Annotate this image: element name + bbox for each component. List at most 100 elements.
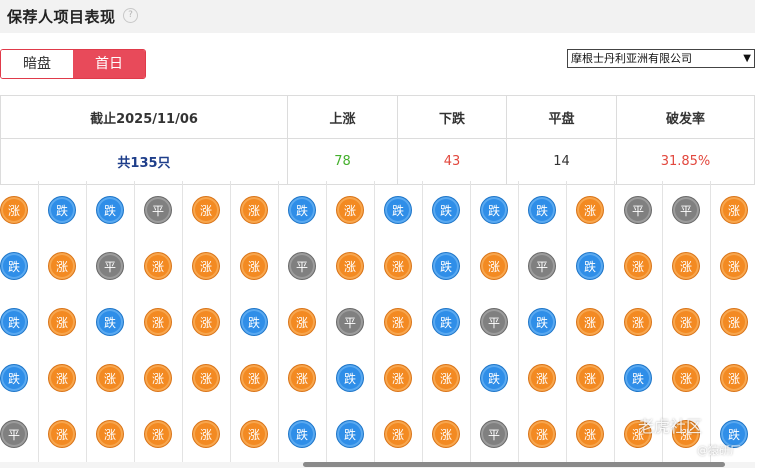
up-badge[interactable]: 涨	[480, 252, 508, 280]
grid-column-divider	[230, 181, 231, 462]
up-badge[interactable]: 涨	[288, 308, 316, 336]
tab-dark-market[interactable]: 暗盘	[1, 50, 73, 78]
up-badge[interactable]: 涨	[192, 364, 220, 392]
up-badge[interactable]: 涨	[384, 252, 412, 280]
up-badge[interactable]: 涨	[48, 364, 76, 392]
watermark-brand: 老虎社区	[638, 417, 703, 436]
up-badge[interactable]: 涨	[144, 308, 172, 336]
flat-badge[interactable]: 平	[96, 252, 124, 280]
up-badge[interactable]: 涨	[96, 420, 124, 448]
up-badge[interactable]: 涨	[720, 252, 748, 280]
up-badge[interactable]: 涨	[48, 308, 76, 336]
up-badge[interactable]: 涨	[672, 252, 700, 280]
grid-column-divider	[326, 181, 327, 462]
down-badge[interactable]: 跌	[288, 196, 316, 224]
up-badge[interactable]: 涨	[528, 364, 556, 392]
down-badge[interactable]: 跌	[432, 196, 460, 224]
up-badge[interactable]: 涨	[192, 252, 220, 280]
down-count: 43	[397, 138, 507, 185]
page-title: 保荐人项目表现	[7, 8, 116, 26]
watermark-handle: @猿研厂	[697, 444, 741, 457]
down-badge[interactable]: 跌	[96, 308, 124, 336]
flat-badge[interactable]: 平	[480, 308, 508, 336]
flat-badge[interactable]: 平	[480, 420, 508, 448]
up-badge[interactable]: 涨	[240, 252, 268, 280]
up-badge[interactable]: 涨	[432, 420, 460, 448]
flat-badge[interactable]: 平	[672, 196, 700, 224]
up-badge[interactable]: 涨	[96, 364, 124, 392]
up-badge[interactable]: 涨	[0, 196, 28, 224]
up-badge[interactable]: 涨	[384, 420, 412, 448]
grid-column-divider	[134, 181, 135, 462]
down-badge[interactable]: 跌	[48, 196, 76, 224]
up-badge[interactable]: 涨	[432, 364, 460, 392]
up-badge[interactable]: 涨	[48, 252, 76, 280]
up-badge[interactable]: 涨	[672, 308, 700, 336]
up-badge[interactable]: 涨	[384, 308, 412, 336]
grid-column-divider	[38, 181, 39, 462]
tab-first-day[interactable]: 首日	[73, 50, 145, 78]
up-badge[interactable]: 涨	[240, 196, 268, 224]
sponsor-select-value: 摩根士丹利亚洲有限公司	[571, 52, 692, 65]
up-badge[interactable]: 涨	[576, 308, 604, 336]
down-badge[interactable]: 跌	[528, 196, 556, 224]
down-badge[interactable]: 跌	[336, 364, 364, 392]
up-badge[interactable]: 涨	[672, 364, 700, 392]
up-badge[interactable]: 涨	[720, 308, 748, 336]
up-badge[interactable]: 涨	[576, 420, 604, 448]
market-toggle: 暗盘 首日	[0, 49, 146, 79]
up-badge[interactable]: 涨	[336, 252, 364, 280]
up-badge[interactable]: 涨	[192, 196, 220, 224]
down-badge[interactable]: 跌	[240, 308, 268, 336]
up-badge[interactable]: 涨	[144, 252, 172, 280]
up-badge[interactable]: 涨	[624, 252, 652, 280]
up-badge[interactable]: 涨	[288, 364, 316, 392]
down-badge[interactable]: 跌	[0, 308, 28, 336]
down-badge[interactable]: 跌	[480, 364, 508, 392]
up-badge[interactable]: 涨	[192, 308, 220, 336]
up-badge[interactable]: 涨	[720, 196, 748, 224]
down-badge[interactable]: 跌	[288, 420, 316, 448]
horizontal-scrollbar-thumb[interactable]	[303, 462, 725, 467]
grid-column-divider	[278, 181, 279, 462]
flat-badge[interactable]: 平	[288, 252, 316, 280]
up-badge[interactable]: 涨	[144, 364, 172, 392]
up-badge[interactable]: 涨	[576, 196, 604, 224]
down-badge[interactable]: 跌	[624, 364, 652, 392]
down-badge[interactable]: 跌	[384, 196, 412, 224]
up-badge[interactable]: 涨	[240, 420, 268, 448]
up-badge[interactable]: 涨	[528, 420, 556, 448]
sponsor-select[interactable]: 摩根士丹利亚洲有限公司 ▼	[567, 49, 755, 68]
flat-badge[interactable]: 平	[336, 308, 364, 336]
grid-column-divider	[470, 181, 471, 462]
down-badge[interactable]: 跌	[576, 252, 604, 280]
up-badge[interactable]: 涨	[192, 420, 220, 448]
up-badge[interactable]: 涨	[48, 420, 76, 448]
header-as-of-date: 截止2025/11/06	[0, 95, 288, 139]
flat-badge[interactable]: 平	[144, 196, 172, 224]
up-badge[interactable]: 涨	[384, 364, 412, 392]
down-badge[interactable]: 跌	[96, 196, 124, 224]
down-badge[interactable]: 跌	[0, 252, 28, 280]
up-badge[interactable]: 涨	[336, 196, 364, 224]
down-badge[interactable]: 跌	[480, 196, 508, 224]
break-rate-value: 31.85%	[616, 138, 755, 185]
grid-column-divider	[566, 181, 567, 462]
up-badge[interactable]: 涨	[720, 364, 748, 392]
down-badge[interactable]: 跌	[528, 308, 556, 336]
up-badge[interactable]: 涨	[624, 308, 652, 336]
up-badge[interactable]: 涨	[576, 364, 604, 392]
down-badge[interactable]: 跌	[432, 308, 460, 336]
flat-badge[interactable]: 平	[0, 420, 28, 448]
down-badge[interactable]: 跌	[432, 252, 460, 280]
down-badge[interactable]: 跌	[336, 420, 364, 448]
header-flat: 平盘	[506, 95, 617, 139]
flat-badge[interactable]: 平	[528, 252, 556, 280]
grid-column-divider	[614, 181, 615, 462]
down-badge[interactable]: 跌	[0, 364, 28, 392]
up-badge[interactable]: 涨	[240, 364, 268, 392]
flat-badge[interactable]: 平	[624, 196, 652, 224]
up-badge[interactable]: 涨	[144, 420, 172, 448]
help-icon[interactable]: ?	[123, 8, 138, 23]
total-count: 共135只	[0, 138, 288, 185]
